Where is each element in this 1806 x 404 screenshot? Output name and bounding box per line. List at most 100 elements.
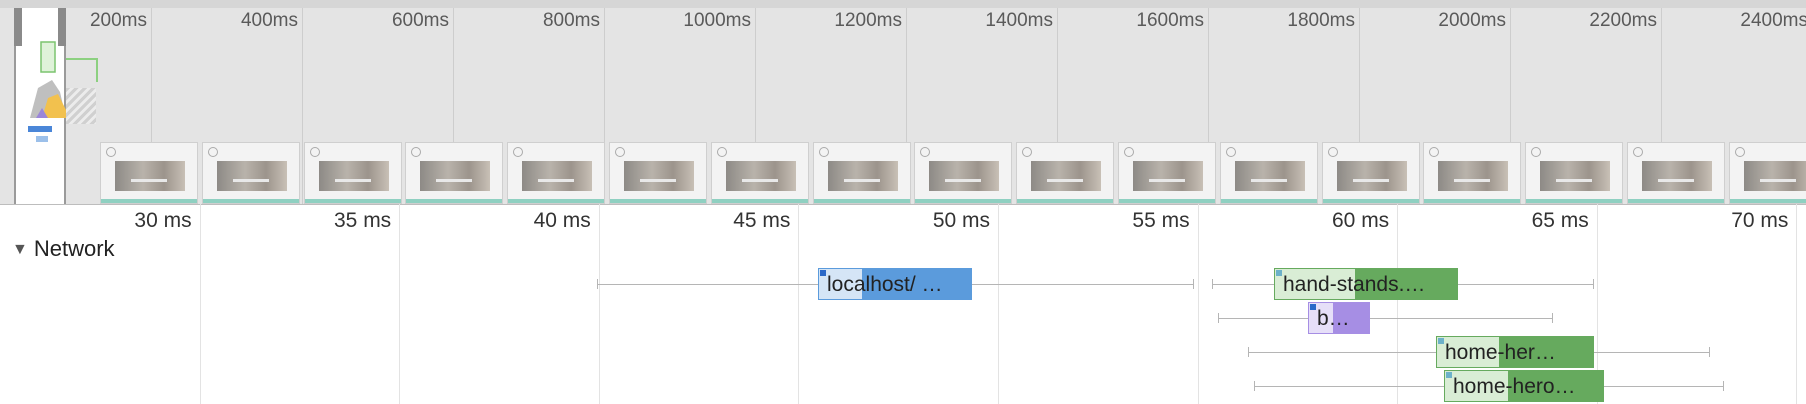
frame-bar (101, 199, 197, 203)
filmstrip-frame[interactable] (1423, 142, 1522, 204)
whisker-cap (1218, 313, 1219, 323)
overview-tick-label: 2200ms (1589, 10, 1657, 31)
filmstrip-frame[interactable] (1728, 142, 1806, 204)
frame-icon (1531, 147, 1542, 157)
request-whisker (1218, 318, 1552, 319)
whisker-cap (1552, 313, 1553, 323)
network-request-bar[interactable]: home-hero… (1444, 370, 1604, 402)
frame-icon (716, 147, 727, 157)
grid-line (798, 204, 800, 404)
request-label: home-her… (1445, 341, 1556, 364)
frame-screenshot (318, 161, 389, 191)
overview-tick-label: 1200ms (834, 10, 902, 31)
overview-activity-graph (28, 41, 66, 142)
filmstrip-frame[interactable] (1321, 142, 1420, 204)
frame-icon (1022, 147, 1033, 157)
expand-triangle-icon[interactable]: ▼ (12, 241, 28, 258)
filmstrip[interactable] (100, 142, 1806, 204)
grid-line (1796, 204, 1798, 404)
frame-bar (1628, 199, 1724, 203)
overview-selection-window[interactable] (14, 8, 66, 204)
overview-fps-marker (66, 58, 98, 82)
frame-screenshot (1133, 161, 1203, 191)
filmstrip-frame[interactable] (100, 142, 198, 204)
whisker-cap (1248, 347, 1249, 357)
ruler-label: 30 ms (134, 209, 192, 232)
frame-screenshot (522, 161, 593, 191)
filmstrip-frame[interactable] (303, 142, 402, 204)
frame-bar (202, 199, 299, 203)
frame-screenshot (624, 161, 694, 191)
ruler-label: 55 ms (1132, 209, 1190, 232)
frame-icon (1225, 147, 1236, 157)
frame-bar (1526, 199, 1623, 203)
frame-bar (1119, 199, 1215, 203)
overview-tick-label: 1600ms (1136, 10, 1204, 31)
whisker-cap (1212, 279, 1213, 289)
overview-tick-label: 2400ms (1740, 10, 1806, 31)
frame-bar (1017, 199, 1114, 203)
grid-line (1197, 204, 1199, 404)
frame-bar (1220, 199, 1317, 203)
network-section-header[interactable]: ▼ Network (12, 236, 115, 264)
filmstrip-frame[interactable] (914, 142, 1013, 204)
frame-screenshot (929, 161, 1000, 191)
frame-screenshot (725, 161, 796, 191)
network-request-bar[interactable]: b… (1308, 302, 1370, 334)
frame-bar (813, 199, 910, 203)
frame-screenshot (1031, 161, 1102, 191)
network-request-bar[interactable]: home-her… (1436, 336, 1594, 368)
frame-icon (1734, 147, 1745, 157)
filmstrip-frame[interactable] (812, 142, 911, 204)
overview-tick-label: 2000ms (1438, 10, 1506, 31)
network-request-bar[interactable]: hand-stands.… (1274, 268, 1458, 300)
frame-icon (106, 147, 116, 157)
filmstrip-frame[interactable] (710, 142, 809, 204)
overview-idle-hatch (66, 88, 96, 124)
whisker-cap (1193, 279, 1194, 289)
whisker-cap (1709, 347, 1710, 357)
frame-bar (610, 199, 706, 203)
frame-screenshot (1336, 161, 1407, 191)
frame-screenshot (1438, 161, 1509, 191)
filmstrip-frame[interactable] (1219, 142, 1318, 204)
ruler-label: 50 ms (932, 209, 990, 232)
whisker-cap (1254, 381, 1255, 391)
overview-tick-label: 800ms (542, 10, 600, 31)
filmstrip-frame[interactable] (201, 142, 300, 204)
filmstrip-frame[interactable] (405, 142, 504, 204)
frame-icon (615, 147, 625, 157)
frame-screenshot (1743, 161, 1806, 191)
filmstrip-frame[interactable] (609, 142, 707, 204)
ruler-label: 40 ms (533, 209, 591, 232)
filmstrip-frame[interactable] (507, 142, 606, 204)
frame-icon (207, 147, 218, 157)
frame-bar (304, 199, 401, 203)
frame-bar (508, 199, 605, 203)
grid-line (1397, 204, 1399, 404)
grid-line (598, 204, 600, 404)
time-ruler: 30 ms 35 ms 40 ms 45 ms 50 ms 55 ms 60 ms 65 ms… (0, 204, 1806, 235)
grid-line (199, 204, 201, 404)
filmstrip-frame[interactable] (1118, 142, 1216, 204)
filmstrip-frame[interactable] (1016, 142, 1115, 204)
frame-bar (1424, 199, 1521, 203)
overview-tick-label: 1000ms (683, 10, 751, 31)
ruler-label: 60 ms (1332, 209, 1390, 232)
filmstrip-frame[interactable] (1627, 142, 1725, 204)
filmstrip-frame[interactable] (1525, 142, 1624, 204)
frame-screenshot (420, 161, 491, 191)
timeline-overview[interactable]: 200ms 400ms 600ms 800ms 1000ms 1200ms 1400ms 16… (0, 0, 1806, 204)
frame-icon (1124, 147, 1134, 157)
overview-tick-label: 600ms (391, 10, 449, 31)
frame-screenshot (827, 161, 898, 191)
frame-screenshot (1234, 161, 1305, 191)
grid-line (998, 204, 999, 404)
frame-icon (1429, 147, 1440, 157)
network-section-label: Network (33, 236, 115, 261)
overview-tick-label: 400ms (240, 10, 298, 31)
frame-icon (1327, 147, 1338, 157)
network-request-bar[interactable]: localhost/ … (818, 268, 972, 300)
frame-bar (1322, 199, 1419, 203)
frame-screenshot (216, 161, 287, 191)
